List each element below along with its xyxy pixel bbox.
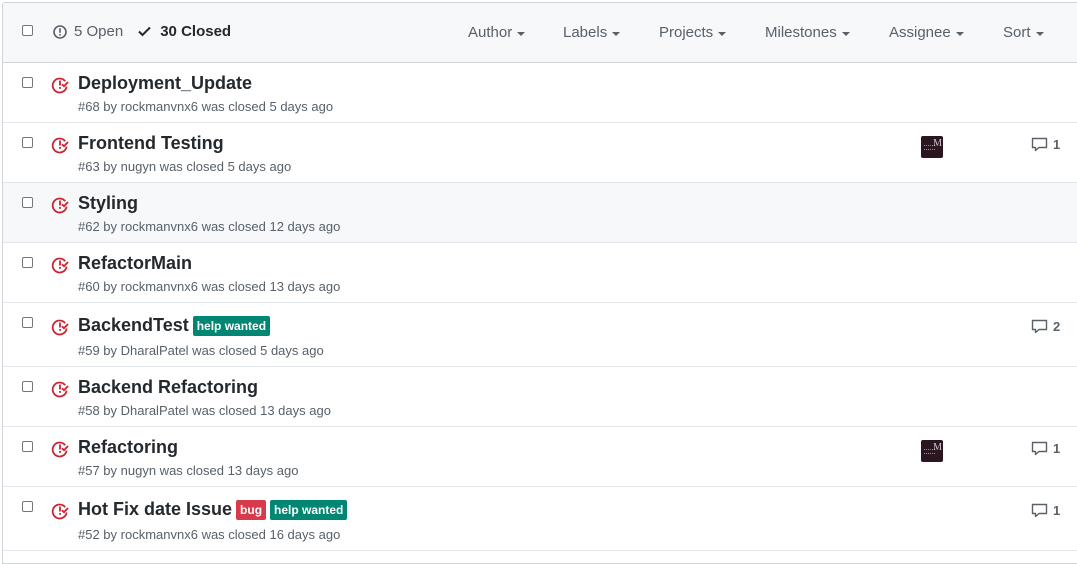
projects-filter[interactable]: Projects xyxy=(659,24,727,41)
state-toggle: 5 Open 30 Closed xyxy=(53,23,231,40)
chevron-down-icon xyxy=(718,31,727,36)
assignee-filter[interactable]: Assignee xyxy=(889,24,964,41)
comment-icon xyxy=(1031,441,1048,456)
issue-row[interactable]: Hot Fix date Issue bug help wanted #52 by r… xyxy=(3,487,1077,551)
issue-title-link[interactable]: BackendTest xyxy=(78,315,189,336)
projects-filter-label: Projects xyxy=(659,24,714,41)
issue-closed-icon xyxy=(51,197,69,214)
comment-count: 1 xyxy=(1053,503,1061,518)
comment-icon xyxy=(1031,319,1048,334)
issue-closed-icon xyxy=(51,257,69,274)
comment-icon xyxy=(1031,137,1048,152)
chevron-down-icon xyxy=(517,31,526,36)
issue-checkbox[interactable] xyxy=(22,317,33,328)
comment-count-link[interactable]: 1 xyxy=(1031,503,1060,518)
issue-meta: #52 by rockmanvnx6 was closed 16 days ag… xyxy=(78,527,341,542)
issue-checkbox[interactable] xyxy=(22,257,33,268)
issue-meta: #59 by DharalPatel was closed 5 days ago xyxy=(78,343,324,358)
issue-title-link[interactable]: Refactoring xyxy=(78,437,178,458)
closed-count-label: 30 Closed xyxy=(160,23,232,40)
author-filter-label: Author xyxy=(468,24,513,41)
issue-row[interactable]: BackendTest help wanted #59 by DharalPatel… xyxy=(3,303,1077,367)
issue-checkbox[interactable] xyxy=(22,501,33,512)
issue-label[interactable]: help wanted xyxy=(270,499,348,520)
issue-title: Frontend Testing xyxy=(78,133,224,154)
author-filter[interactable]: Author xyxy=(468,24,526,41)
issue-meta: #62 by rockmanvnx6 was closed 12 days ag… xyxy=(78,219,341,234)
chevron-down-icon xyxy=(1035,31,1044,36)
chevron-down-icon xyxy=(841,31,850,36)
issue-row[interactable]: Refactoring #57 by nugyn was closed 13 da… xyxy=(3,427,1077,487)
issue-title-link[interactable]: Backend Refactoring xyxy=(78,377,258,398)
issue-meta: #60 by rockmanvnx6 was closed 13 days ag… xyxy=(78,279,341,294)
issue-row[interactable]: Backend Refactoring #58 by DharalPatel wa… xyxy=(3,367,1077,427)
sort-filter-label: Sort xyxy=(1003,24,1031,41)
issue-title-link[interactable]: RefactorMain xyxy=(78,253,192,274)
issue-title-link[interactable]: Styling xyxy=(78,193,138,214)
issue-title: Deployment_Update xyxy=(78,73,252,94)
sort-filter[interactable]: Sort xyxy=(1003,24,1044,41)
issue-title-link[interactable]: Deployment_Update xyxy=(78,73,252,94)
issue-meta: #63 by nugyn was closed 5 days ago xyxy=(78,159,292,174)
issue-closed-icon xyxy=(51,137,69,154)
comment-count-link[interactable]: 1 xyxy=(1031,441,1060,456)
issue-rows: Deployment_Update #68 by rockmanvnx6 was … xyxy=(3,63,1077,551)
milestones-filter-label: Milestones xyxy=(765,24,837,41)
issue-title-link[interactable]: Hot Fix date Issue xyxy=(78,499,232,520)
issue-title-link[interactable]: Frontend Testing xyxy=(78,133,224,154)
issue-label[interactable]: help wanted xyxy=(192,315,271,336)
issue-title: Hot Fix date Issue bug help wanted xyxy=(78,499,348,520)
open-issues-link[interactable]: 5 Open xyxy=(53,23,123,40)
issue-closed-icon xyxy=(51,441,69,458)
issue-title: Backend Refactoring xyxy=(78,377,258,398)
open-count-label: 5 Open xyxy=(74,23,124,40)
comment-count: 1 xyxy=(1053,441,1061,456)
comment-count: 2 xyxy=(1053,319,1061,334)
issue-row[interactable]: Deployment_Update #68 by rockmanvnx6 was … xyxy=(3,63,1077,123)
issue-title: Refactoring xyxy=(78,437,178,458)
issue-meta: #57 by nugyn was closed 13 days ago xyxy=(78,463,299,478)
issue-row[interactable]: RefactorMain #60 by rockmanvnx6 was close… xyxy=(3,243,1077,303)
issue-opened-icon xyxy=(53,24,67,39)
assignee-avatar[interactable]: M xyxy=(921,440,943,462)
issue-row[interactable]: Styling #62 by rockmanvnx6 was closed 12 … xyxy=(3,183,1077,243)
issue-title: RefactorMain xyxy=(78,253,192,274)
issue-checkbox[interactable] xyxy=(22,381,33,392)
issues-list-box: 5 Open 30 Closed Author Labels Projects … xyxy=(2,2,1077,564)
issue-checkbox[interactable] xyxy=(22,77,33,88)
check-icon xyxy=(138,26,151,37)
issue-label[interactable]: bug xyxy=(236,499,267,520)
issue-title: BackendTest help wanted xyxy=(78,315,271,336)
issue-checkbox[interactable] xyxy=(22,137,33,148)
comment-count-link[interactable]: 2 xyxy=(1031,319,1060,334)
issue-closed-icon xyxy=(51,503,69,520)
comment-icon xyxy=(1031,503,1048,518)
issues-list-header: 5 Open 30 Closed Author Labels Projects … xyxy=(3,3,1077,63)
chevron-down-icon xyxy=(955,31,964,36)
issue-checkbox[interactable] xyxy=(22,441,33,452)
closed-issues-link[interactable]: 30 Closed xyxy=(138,23,231,40)
issue-meta: #58 by DharalPatel was closed 13 days ag… xyxy=(78,403,331,418)
issue-checkbox[interactable] xyxy=(22,197,33,208)
labels-filter-label: Labels xyxy=(563,24,608,41)
assignee-filter-label: Assignee xyxy=(889,24,951,41)
select-all-checkbox[interactable] xyxy=(22,25,33,36)
issue-closed-icon xyxy=(51,77,69,94)
labels-filter[interactable]: Labels xyxy=(563,24,621,41)
issue-row[interactable]: Frontend Testing #63 by nugyn was closed … xyxy=(3,123,1077,183)
issue-title: Styling xyxy=(78,193,138,214)
assignee-avatar[interactable]: M xyxy=(921,136,943,158)
issue-meta: #68 by rockmanvnx6 was closed 5 days ago xyxy=(78,99,334,114)
issue-closed-icon xyxy=(51,319,69,336)
milestones-filter[interactable]: Milestones xyxy=(765,24,850,41)
issue-closed-icon xyxy=(51,381,69,398)
chevron-down-icon xyxy=(612,31,621,36)
comment-count-link[interactable]: 1 xyxy=(1031,137,1060,152)
comment-count: 1 xyxy=(1053,137,1061,152)
